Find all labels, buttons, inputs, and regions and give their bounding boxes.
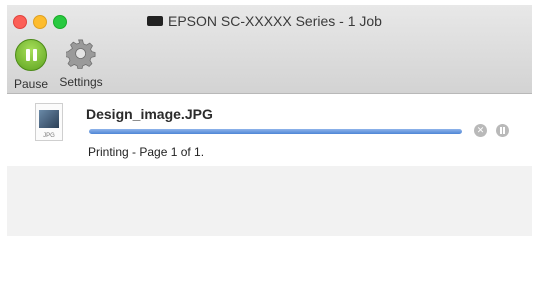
pause-icon (15, 39, 47, 71)
gear-icon (66, 39, 96, 69)
window-title: EPSON SC-XXXXX Series - 1 Job (147, 13, 407, 31)
printer-icon (147, 16, 163, 27)
job-file-name: Design_image.JPG (86, 106, 213, 122)
print-queue-window: EPSON SC-XXXXX Series - 1 Job Pause Sett… (7, 5, 532, 236)
close-window-button[interactable] (13, 15, 27, 29)
pause-small-icon (500, 127, 502, 134)
job-status-text: Printing - Page 1 of 1. (88, 145, 205, 159)
jpg-file-icon: JPG (35, 103, 63, 141)
settings-label: Settings (59, 75, 103, 89)
minimize-window-button[interactable] (33, 15, 47, 29)
hold-job-button[interactable] (496, 124, 509, 137)
close-icon: ✕ (476, 125, 485, 135)
job-progress-fill (89, 129, 462, 134)
pause-button[interactable]: Pause (11, 39, 51, 91)
image-thumbnail (39, 110, 59, 128)
window-title-text: EPSON SC-XXXXX Series - 1 Job (168, 13, 382, 29)
pause-label: Pause (13, 77, 49, 91)
settings-button[interactable]: Settings (53, 39, 109, 89)
job-row[interactable]: JPG Design_image.JPG Printing - Page 1 o… (7, 94, 532, 166)
zoom-window-button[interactable] (53, 15, 67, 29)
cancel-job-button[interactable]: ✕ (474, 124, 487, 137)
job-progress-bar (89, 129, 462, 134)
titlebar: EPSON SC-XXXXX Series - 1 Job Pause Sett… (7, 5, 532, 94)
file-ext-label: JPG (43, 133, 55, 139)
